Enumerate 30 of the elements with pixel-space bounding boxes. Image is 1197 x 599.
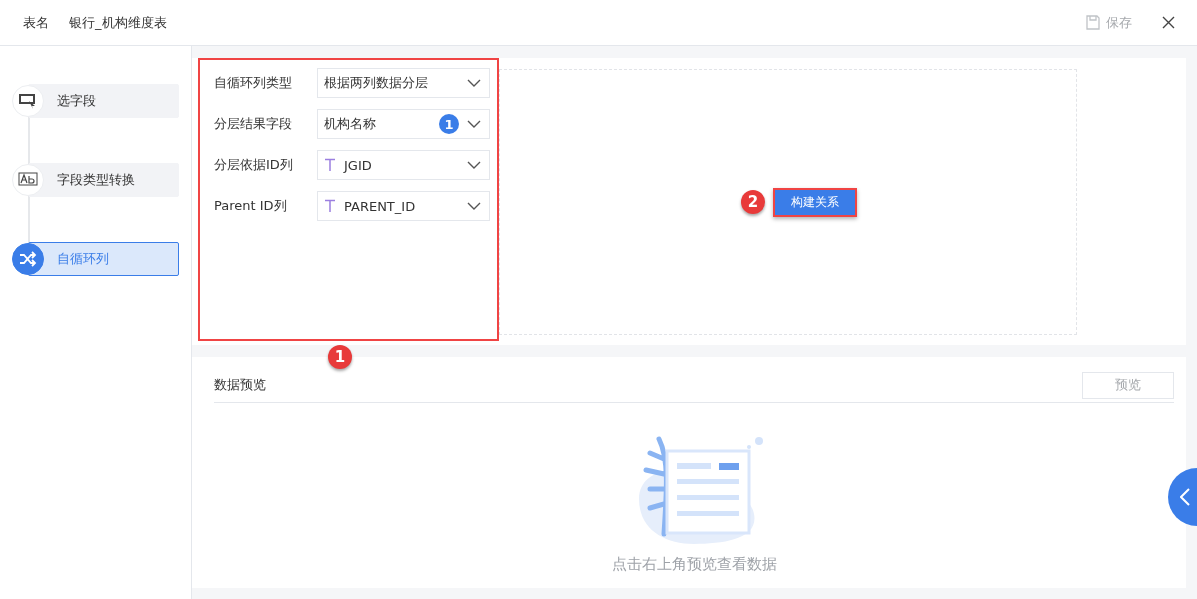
step-item[interactable]: 字段类型转换 (28, 163, 179, 197)
chevron-down-icon (467, 120, 481, 128)
text-type-icon (324, 158, 336, 172)
empty-hint: 点击右上角预览查看数据 (611, 555, 777, 574)
preview-title: 数据预览 (214, 376, 266, 394)
step-number-badge: 1 (328, 345, 352, 369)
shuffle-icon (12, 243, 44, 275)
field-select[interactable]: 根据两列数据分层 (317, 68, 490, 98)
field-label: 分层结果字段 (214, 115, 293, 133)
text-type-icon (324, 199, 336, 213)
chevron-down-icon (467, 79, 481, 87)
field-select[interactable]: PARENT_ID (317, 191, 490, 221)
field-label: 分层依据ID列 (214, 156, 294, 174)
text-format-icon (12, 164, 44, 196)
chevron-down-icon (467, 161, 481, 169)
table-name: 银行_机构维度表 (69, 13, 167, 32)
chevron-left-icon (1179, 488, 1190, 506)
field-label: 自循环列类型 (214, 74, 293, 92)
table-name-label: 表名 (23, 13, 49, 32)
cursor-icon (12, 85, 44, 117)
chevron-down-icon (467, 202, 481, 210)
save-icon (1086, 15, 1100, 30)
close-icon[interactable] (1162, 16, 1175, 29)
step-item[interactable]: 选字段 (28, 84, 179, 118)
field-select[interactable]: 机构名称 1 (317, 109, 490, 139)
step-number-badge: 2 (741, 190, 765, 214)
field-select[interactable]: JGID (317, 150, 490, 180)
build-relation-button[interactable]: 构建关系 (773, 187, 857, 217)
field-label: Parent ID列 (214, 197, 288, 215)
step-number-badge: 1 (439, 114, 459, 134)
